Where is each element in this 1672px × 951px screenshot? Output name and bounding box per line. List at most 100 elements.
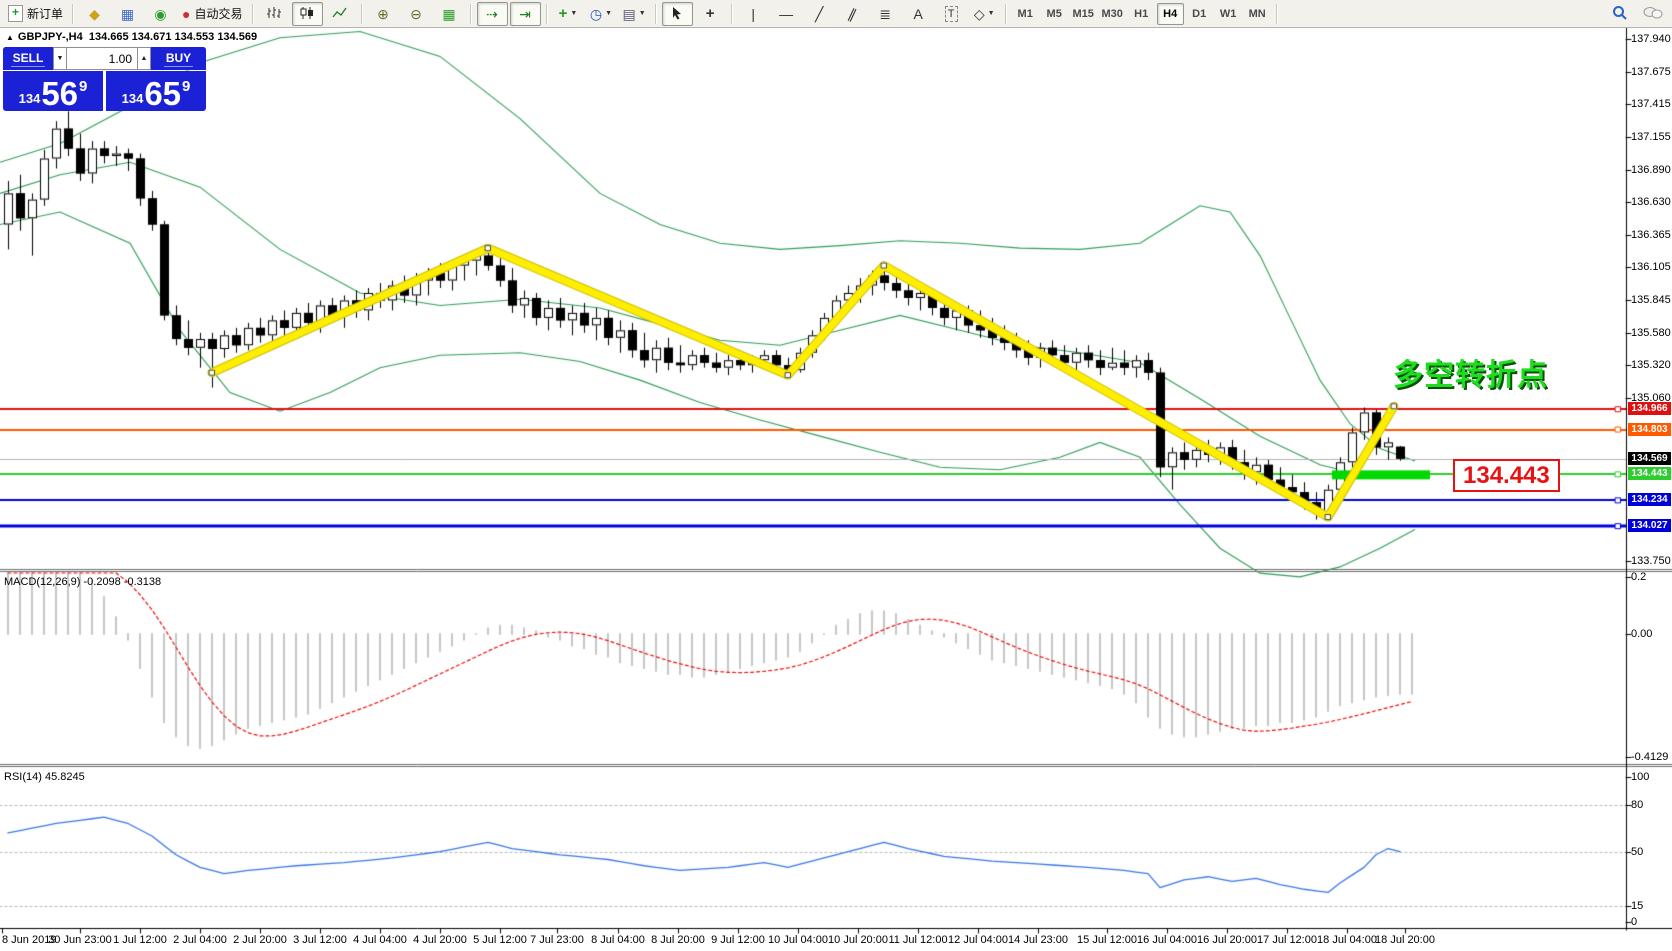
volume-increase-button[interactable]: ▲ — [137, 47, 151, 70]
periods-button[interactable]: ◷▼ — [586, 2, 617, 26]
label-button[interactable]: T — [936, 2, 967, 26]
shapes-button[interactable]: ◇▼ — [969, 2, 1000, 26]
toolbar: +新订单◆▦◉●自动交易⊕⊖▦⇢⇥+▼◷▼▤▼+|—╱∥≣AT◇▼M1M5M15… — [0, 0, 1672, 28]
time-axis-label: 8 Jul 20:00 — [651, 934, 705, 946]
toolbar-separator — [470, 4, 472, 24]
toolbar-separator — [252, 4, 254, 24]
time-axis-label: 14 Jul 23:00 — [1008, 934, 1068, 946]
price-axis-label: 135.320 — [1631, 359, 1671, 371]
vertical-line-icon: | — [751, 7, 755, 21]
new-order-button[interactable]: +新订单 — [4, 2, 67, 26]
time-axis-label: 8 Jul 04:00 — [591, 934, 645, 946]
time-axis-label: 10 Jul 04:00 — [768, 934, 828, 946]
dropdown-arrow-icon: ▼ — [639, 10, 646, 17]
time-axis-label: 5 Jul 12:00 — [473, 934, 527, 946]
channel-icon: ∥ — [846, 6, 858, 22]
price-axis-label: 137.675 — [1631, 66, 1671, 78]
sell-price-button[interactable]: 134569 — [3, 71, 103, 111]
chart-shift-icon: ⇥ — [519, 7, 531, 21]
horizontal-line-button[interactable]: — — [771, 2, 802, 26]
candlestick-button[interactable] — [292, 2, 323, 26]
macd-axis-label: 0.2 — [1631, 571, 1646, 583]
time-axis-label: 11 Jul 12:00 — [888, 934, 947, 946]
chart-shift-button[interactable]: ⇥ — [510, 2, 541, 26]
templates-button[interactable]: ▤▼ — [619, 2, 650, 26]
fibonacci-icon: ≣ — [879, 7, 891, 21]
crosshair-button[interactable]: + — [695, 2, 726, 26]
auto-scroll-icon: ⇢ — [486, 7, 498, 21]
buy-button[interactable]: BUY — [151, 47, 206, 70]
price-axis-label: 136.365 — [1631, 229, 1671, 241]
time-axis-label: 2 Jul 20:00 — [233, 934, 287, 946]
connection-button[interactable]: ◉ — [145, 2, 176, 26]
candlestick-icon — [299, 6, 315, 22]
main-chart-canvas[interactable] — [0, 0, 1672, 951]
chart-window-button[interactable]: ▦ — [112, 2, 143, 26]
toolbar-separator — [546, 4, 548, 24]
timeframe-m5[interactable]: M5 — [1041, 3, 1068, 25]
price-axis-label: 136.890 — [1631, 164, 1671, 176]
price-axis-label: 137.940 — [1631, 33, 1671, 45]
crosshair-icon: + — [706, 7, 715, 21]
dropdown-arrow-icon: ▼ — [988, 10, 995, 17]
line-chart-button[interactable] — [325, 2, 356, 26]
new-order-icon: + — [8, 5, 23, 22]
time-axis-label: 3 Jul 12:00 — [293, 934, 347, 946]
globe-icon: ◉ — [154, 7, 166, 21]
text-button[interactable]: A — [903, 2, 934, 26]
price-axis-label: 135.580 — [1631, 327, 1671, 339]
collapse-panel-icon[interactable]: ▲ — [6, 33, 14, 42]
indicators-button[interactable]: +▼ — [553, 2, 584, 26]
market-watch-button[interactable]: ◆ — [79, 2, 110, 26]
timeframe-m1[interactable]: M1 — [1012, 3, 1039, 25]
current-price-line-price-badge: 134.569 — [1628, 452, 1671, 465]
cursor-icon — [671, 6, 683, 22]
timeframe-mn[interactable]: MN — [1244, 3, 1271, 25]
chart-text-annotation[interactable]: 多空转折点 — [1393, 350, 1548, 394]
timeframe-h4[interactable]: H4 — [1157, 3, 1184, 25]
tile-windows-icon: ▦ — [442, 7, 455, 21]
bar-chart-button[interactable] — [259, 2, 290, 26]
search-button[interactable] — [1604, 2, 1635, 26]
chat-button[interactable] — [1637, 2, 1668, 26]
buy-price-button[interactable]: 134659 — [106, 71, 206, 111]
auto-scroll-button[interactable]: ⇢ — [477, 2, 508, 26]
timeframe-m15[interactable]: M15 — [1070, 3, 1097, 25]
horizontal-line-icon: — — [779, 7, 793, 21]
timeframe-m30[interactable]: M30 — [1099, 3, 1126, 25]
autotrading-button[interactable]: ●自动交易 — [178, 2, 246, 26]
price-tag-label[interactable]: 134.443 — [1453, 459, 1560, 492]
toolbar-separator — [72, 4, 74, 24]
search-icon — [1612, 5, 1628, 23]
price-axis-label: 136.105 — [1631, 261, 1671, 273]
timeframe-d1[interactable]: D1 — [1186, 3, 1213, 25]
fibonacci-button[interactable]: ≣ — [870, 2, 901, 26]
cursor-button[interactable] — [662, 2, 693, 26]
chat-icon — [1643, 6, 1663, 22]
new-order-button-label: 新订单 — [27, 5, 63, 22]
time-axis-label: 15 Jul 12:00 — [1077, 934, 1137, 946]
toolbar-separator — [655, 4, 657, 24]
volume-input[interactable] — [67, 47, 137, 70]
volume-decrease-button[interactable]: ▼ — [53, 47, 67, 70]
support-line-1-price-badge: 134.234 — [1628, 493, 1671, 506]
trendline-button[interactable]: ╱ — [804, 2, 835, 26]
toolbar-separator — [361, 4, 363, 24]
line-chart-icon — [332, 6, 348, 22]
pivot-line-price-badge: 134.443 — [1628, 467, 1671, 480]
rsi-axis-label: 100 — [1631, 771, 1649, 783]
timeframe-w1[interactable]: W1 — [1215, 3, 1242, 25]
shapes-icon: ◇ — [974, 7, 985, 21]
sell-button[interactable]: SELL — [3, 47, 53, 70]
timeframe-h1[interactable]: H1 — [1128, 3, 1155, 25]
vertical-line-button[interactable]: | — [738, 2, 769, 26]
time-axis-label: 17 Jul 12:00 — [1257, 934, 1317, 946]
add-indicator-icon: + — [559, 7, 568, 21]
macd-indicator-label: MACD(12,26,9) -0.2098 -0.3138 — [4, 576, 161, 588]
tile-windows-button[interactable]: ▦ — [434, 2, 465, 26]
one-click-trading-panel: SELL ▼ ▲ BUY 134569 134659 — [3, 47, 206, 111]
zoom-in-button[interactable]: ⊕ — [368, 2, 399, 26]
zoom-out-button[interactable]: ⊖ — [401, 2, 432, 26]
channel-button[interactable]: ∥ — [837, 2, 868, 26]
dropdown-arrow-icon: ▼ — [605, 10, 612, 17]
